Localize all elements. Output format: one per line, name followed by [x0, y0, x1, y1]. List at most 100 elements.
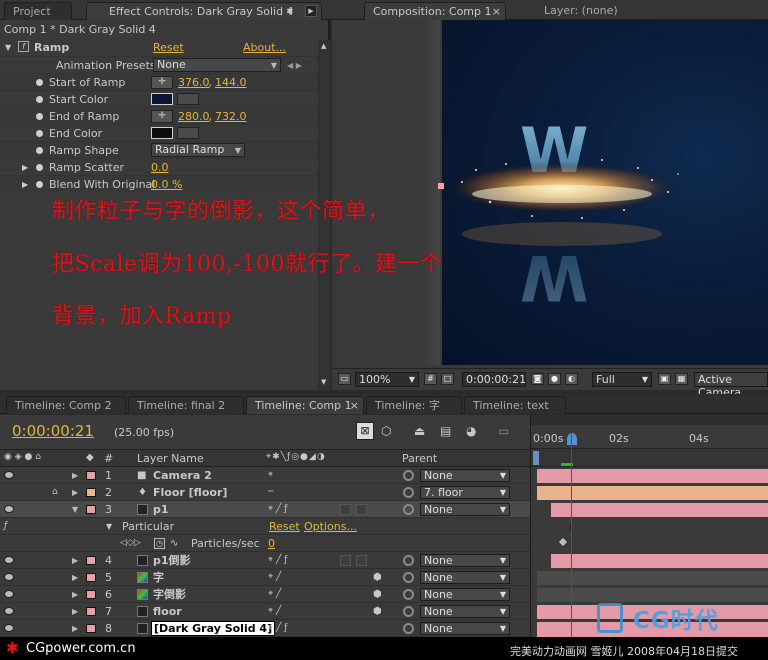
eyedropper-icon[interactable]: [177, 127, 199, 139]
ramp-scatter-value[interactable]: 0.0: [151, 159, 169, 176]
camera-dropdown[interactable]: Active Camera: [694, 372, 768, 399]
layer-name[interactable]: 字倒影: [153, 586, 186, 603]
tab-timeline-text[interactable]: Timeline: text: [464, 396, 566, 414]
resolution-dropdown[interactable]: Full ▼: [592, 372, 652, 387]
tab-timeline-comp1[interactable]: Timeline: Comp 1 ×: [246, 396, 364, 414]
parent-dropdown[interactable]: 7. floor ▼: [420, 486, 510, 499]
mask-icon[interactable]: □: [441, 373, 454, 385]
expand-icon[interactable]: ▶: [22, 159, 28, 176]
crosshair-icon[interactable]: ✛: [151, 76, 173, 89]
layer-row[interactable]: ▶ 5 字 ⌖ ╱ ⬢ None ▼: [0, 569, 530, 586]
stopwatch-icon[interactable]: [36, 181, 43, 188]
visibility-icon[interactable]: [4, 505, 14, 513]
grid-icon[interactable]: #: [424, 373, 437, 385]
property-value[interactable]: 0: [268, 535, 275, 552]
playhead-handle[interactable]: [567, 433, 577, 445]
label-color-swatch[interactable]: [86, 607, 96, 616]
layer-row[interactable]: ▶ 1 ■ Camera 2 ⌖ None ▼: [0, 467, 530, 484]
layer-name[interactable]: Camera 2: [153, 467, 212, 484]
expand-icon[interactable]: ▶: [72, 586, 78, 603]
fx-icon[interactable]: ƒ: [4, 518, 7, 535]
expand-icon[interactable]: ▶: [72, 569, 78, 586]
shy-switch-icon[interactable]: ─: [268, 484, 273, 501]
preset-nav-icon[interactable]: ◀ ▶: [287, 57, 302, 74]
scroll-down-icon[interactable]: ▼: [321, 378, 326, 386]
parent-dropdown[interactable]: None ▼: [420, 469, 510, 482]
tab-project[interactable]: Project: [4, 2, 72, 20]
pick-whip-icon[interactable]: [403, 623, 414, 634]
switch-box[interactable]: [340, 555, 351, 566]
tab-composition[interactable]: Composition: Comp 1 ×: [364, 2, 506, 20]
effect-row[interactable]: ƒ ▼ Particular Reset Options...: [0, 518, 530, 535]
blend-value[interactable]: 0.0 %: [151, 176, 182, 193]
stopwatch-icon[interactable]: [36, 164, 43, 171]
layer-name[interactable]: Floor [floor]: [153, 484, 227, 501]
region-of-interest-icon[interactable]: ▣: [658, 373, 671, 385]
reset-link[interactable]: Reset: [153, 39, 184, 56]
switches-icons[interactable]: ⌖ ╱: [268, 586, 281, 603]
pick-whip-icon[interactable]: [403, 555, 414, 566]
stopwatch-icon[interactable]: [36, 96, 43, 103]
label-color-swatch[interactable]: [86, 471, 96, 480]
show-snapshot-icon[interactable]: ●: [548, 373, 561, 385]
layer-bar[interactable]: [551, 554, 768, 568]
3d-layer-icon[interactable]: ⬢: [373, 569, 382, 586]
snapshot-icon[interactable]: ◙: [531, 373, 544, 385]
tab-dropdown-icon[interactable]: ▼: [287, 3, 293, 20]
work-area-bar[interactable]: [531, 415, 768, 425]
pick-whip-icon[interactable]: [403, 606, 414, 617]
pick-whip-icon[interactable]: [403, 470, 414, 481]
label-color-swatch[interactable]: [86, 573, 96, 582]
panel-menu-icon[interactable]: ▶: [305, 5, 317, 17]
layer-name[interactable]: p1: [153, 501, 169, 518]
switch-box[interactable]: [356, 504, 367, 515]
ramp-shape-dropdown[interactable]: Radial Ramp ▼: [151, 143, 245, 157]
reset-link[interactable]: Reset: [269, 518, 300, 535]
viewer-timecode[interactable]: 0:00:00:21: [462, 372, 526, 387]
visibility-icon[interactable]: [4, 573, 14, 581]
end-y-value[interactable]: 732.0: [215, 108, 247, 125]
expand-icon[interactable]: ▼: [5, 39, 11, 56]
close-icon[interactable]: ×: [350, 397, 359, 414]
collapse-icon[interactable]: ▼: [106, 518, 112, 535]
lock-icon[interactable]: ⌂: [52, 484, 58, 501]
layer-name[interactable]: [Dark Gray Solid 4]: [151, 621, 276, 636]
end-color-swatch[interactable]: [151, 127, 173, 139]
shy-switch-icon[interactable]: ⌖: [268, 467, 273, 484]
shy-icon[interactable]: ▤: [440, 424, 451, 438]
label-color-swatch[interactable]: [86, 624, 96, 633]
eyedropper-icon[interactable]: [177, 93, 199, 105]
start-y-value[interactable]: 144.0: [215, 74, 247, 91]
parent-dropdown[interactable]: None ▼: [420, 605, 510, 618]
layer-row[interactable]: ▶ 4 p1倒影 ⌖ ╱ ƒ None ▼: [0, 552, 530, 569]
tab-timeline-final2[interactable]: Timeline: final 2: [128, 396, 244, 414]
tab-effect-controls[interactable]: Effect Controls: Dark Gray Solid 4 ▼ ▶: [86, 2, 322, 20]
live-update-icon[interactable]: ⬡: [381, 424, 391, 438]
expand-icon[interactable]: ▶: [22, 176, 28, 193]
tab-timeline-zi[interactable]: Timeline: 字: [366, 396, 462, 414]
layer-row[interactable]: ▶ 6 字倒影 ⌖ ╱ ⬢ None ▼: [0, 586, 530, 603]
layer-name[interactable]: p1倒影: [153, 552, 191, 569]
stopwatch-icon[interactable]: [36, 113, 43, 120]
tab-timeline-comp2[interactable]: Timeline: Comp 2: [6, 396, 126, 414]
options-link[interactable]: Options...: [304, 518, 357, 535]
expand-icon[interactable]: ▶: [72, 620, 78, 637]
work-area-start[interactable]: [533, 451, 539, 465]
pick-whip-icon[interactable]: [403, 572, 414, 583]
visibility-icon[interactable]: [4, 590, 14, 598]
switches-icons[interactable]: ⌖ ╱: [268, 569, 281, 586]
presets-dropdown[interactable]: None ▼: [153, 58, 281, 72]
draft-3d-icon[interactable]: ⏏: [414, 424, 425, 438]
layer-row[interactable]: ▶ 7 floor ⌖ ╱ ⬢ None ▼: [0, 603, 530, 620]
label-color-swatch[interactable]: [86, 590, 96, 599]
visibility-icon[interactable]: [4, 471, 14, 479]
expand-icon[interactable]: ▶: [72, 484, 78, 501]
graph-editor-icon[interactable]: ▭: [498, 424, 509, 438]
stopwatch-icon[interactable]: [36, 147, 43, 154]
expand-icon[interactable]: ▶: [72, 552, 78, 569]
layer-name-header[interactable]: Layer Name: [137, 452, 204, 465]
parent-dropdown[interactable]: None ▼: [420, 554, 510, 567]
visibility-icon[interactable]: [4, 607, 14, 615]
parent-dropdown[interactable]: None ▼: [420, 503, 510, 516]
label-color-swatch[interactable]: [86, 556, 96, 565]
